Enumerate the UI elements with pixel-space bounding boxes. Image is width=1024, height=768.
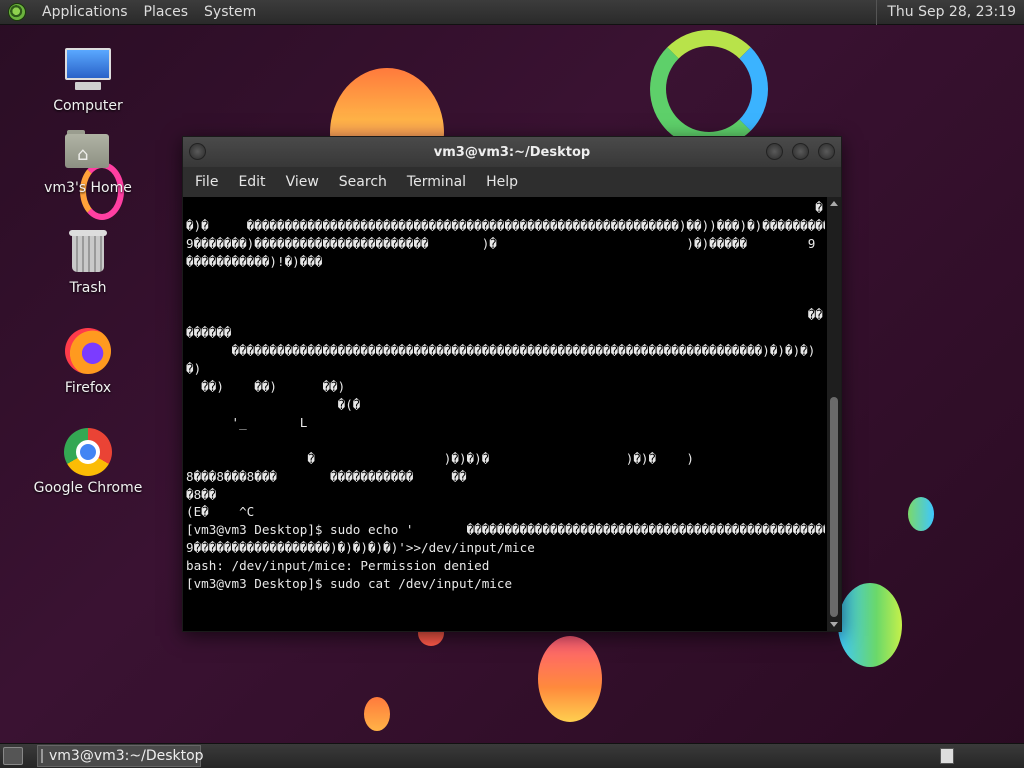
terminal-scrollbar[interactable] xyxy=(827,197,841,631)
workspace-switcher[interactable] xyxy=(940,748,954,764)
home-folder-icon: ⌂ xyxy=(63,128,113,174)
terminal-line: 8���8���8��� ����������� �� 9 xyxy=(186,468,825,484)
terminal-line: (E� ^C xyxy=(186,504,255,520)
menu-applications[interactable]: Applications xyxy=(34,4,136,20)
terminal-line: ������ xyxy=(186,325,232,341)
clock[interactable]: Thu Sep 28, 23:19 xyxy=(876,0,1024,25)
window-title: vm3@vm3:~/Desktop xyxy=(433,144,591,160)
scroll-down-icon[interactable] xyxy=(830,622,838,627)
desktop-icon-label: Google Chrome xyxy=(33,480,143,496)
menu-file[interactable]: File xyxy=(185,174,228,190)
top-panel: Applications Places System Thu Sep 28, 2… xyxy=(0,0,1024,25)
menu-help[interactable]: Help xyxy=(476,174,528,190)
terminal-window[interactable]: vm3@vm3:~/Desktop File Edit View Search … xyxy=(182,136,842,632)
desktop-icon-trash[interactable]: Trash xyxy=(28,228,148,296)
terminal-line: �(� xyxy=(186,396,361,412)
window-titlebar[interactable]: vm3@vm3:~/Desktop xyxy=(183,137,841,167)
terminal-line: �� xyxy=(186,307,823,323)
wallpaper-blob xyxy=(838,583,902,667)
terminal-line: � )�)�)� )�)� ) xyxy=(186,450,694,466)
terminal-line: '_ L xyxy=(186,414,308,430)
terminal-icon xyxy=(41,749,43,763)
menu-view[interactable]: View xyxy=(276,174,329,190)
terminal-line: ����������������������������������������… xyxy=(186,343,816,359)
terminal-menubar: File Edit View Search Terminal Help xyxy=(183,167,841,197)
wallpaper-blob xyxy=(538,636,602,722)
terminal-line: �)� ������������������������������������… xyxy=(186,217,825,233)
desktop-icon-label: vm3's Home xyxy=(44,180,132,196)
bottom-taskbar: vm3@vm3:~/Desktop xyxy=(0,743,1024,768)
terminal-text[interactable]: � �)� �����������������������������������… xyxy=(186,199,825,631)
wallpaper-blob xyxy=(364,697,390,731)
menu-edit[interactable]: Edit xyxy=(228,174,275,190)
desktop-icon-label: Trash xyxy=(69,280,107,296)
terminal-line: 9������������������)�)�)�)�)'>>/dev/inpu… xyxy=(186,540,535,556)
desktop-icon-computer[interactable]: Computer xyxy=(28,46,148,114)
menu-search[interactable]: Search xyxy=(329,174,397,190)
close-button[interactable] xyxy=(818,143,835,160)
terminal-line: �����������)!�)��� xyxy=(186,253,323,269)
chrome-icon xyxy=(63,428,113,476)
computer-icon xyxy=(63,46,113,92)
distro-logo-icon[interactable] xyxy=(8,3,26,21)
terminal-line: �8�� xyxy=(186,486,217,502)
desktop-icon-label: Firefox xyxy=(64,380,112,396)
terminal-line: �) xyxy=(186,361,202,377)
terminal-line: � xyxy=(186,200,823,215)
window-menu-button[interactable] xyxy=(189,143,206,160)
firefox-icon xyxy=(63,328,113,374)
wallpaper-ring xyxy=(650,30,768,148)
terminal-line: bash: /dev/input/mice: Permission denied xyxy=(186,558,490,574)
trash-icon xyxy=(63,228,113,274)
menu-places[interactable]: Places xyxy=(136,4,197,20)
menu-terminal[interactable]: Terminal xyxy=(397,174,476,190)
terminal-output-area[interactable]: � �)� �����������������������������������… xyxy=(183,197,841,631)
scroll-up-icon[interactable] xyxy=(830,201,838,206)
desktop-icon-firefox[interactable]: Firefox xyxy=(28,328,148,396)
scrollbar-thumb[interactable] xyxy=(830,397,838,617)
taskbar-item-label: vm3@vm3:~/Desktop xyxy=(49,748,204,764)
terminal-line: [vm3@vm3 Desktop]$ sudo echo ' ���������… xyxy=(186,522,825,538)
minimize-button[interactable] xyxy=(766,143,783,160)
terminal-line: 9�������)����������������������� )� )�)�… xyxy=(186,235,816,251)
show-desktop-icon[interactable] xyxy=(3,747,23,765)
taskbar-item-terminal[interactable]: vm3@vm3:~/Desktop xyxy=(37,745,204,767)
desktop-icon-home[interactable]: ⌂ vm3's Home xyxy=(28,128,148,196)
desktop-icon-label: Computer xyxy=(53,98,123,114)
menu-system[interactable]: System xyxy=(196,4,264,20)
desktop-icon-chrome[interactable]: Google Chrome xyxy=(28,428,148,496)
maximize-button[interactable] xyxy=(792,143,809,160)
terminal-line: [vm3@vm3 Desktop]$ sudo cat /dev/input/m… xyxy=(186,576,513,592)
terminal-line: ��) ��) ��) xyxy=(186,379,346,395)
wallpaper-blob xyxy=(908,497,934,531)
